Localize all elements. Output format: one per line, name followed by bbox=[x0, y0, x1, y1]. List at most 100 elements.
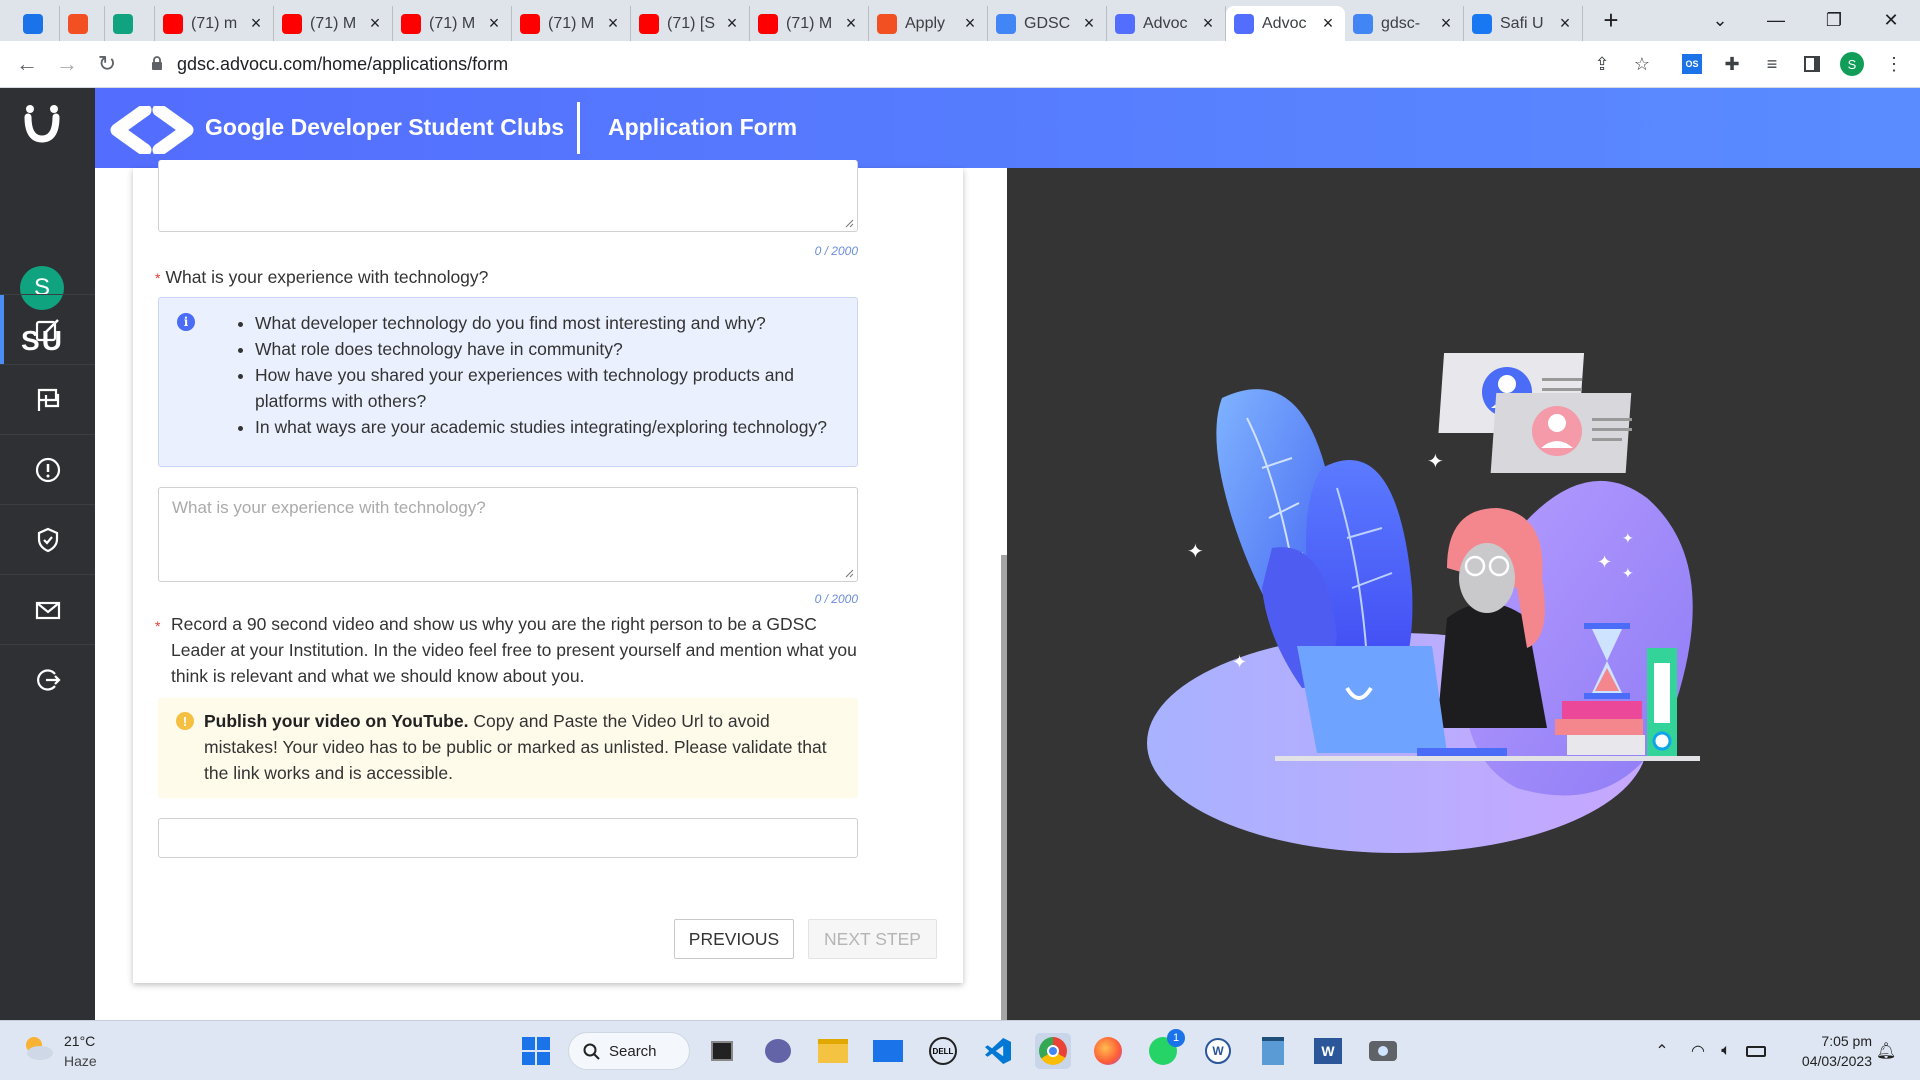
dell-icon[interactable]: DELL bbox=[925, 1033, 961, 1069]
battery-icon[interactable] bbox=[1738, 1033, 1774, 1069]
notification-badge: 1 bbox=[1167, 1029, 1185, 1047]
hint-item: In what ways are your academic studies i… bbox=[255, 414, 845, 440]
close-tab-icon[interactable]: × bbox=[1319, 13, 1337, 34]
page-header: Google Developer Student Clubs Applicati… bbox=[95, 88, 1920, 168]
temperature: 21°C bbox=[64, 1033, 96, 1049]
hint-list: What developer technology do you find mo… bbox=[255, 310, 845, 440]
address-bar[interactable]: gdsc.advocu.com/home/applications/form bbox=[137, 46, 1662, 82]
close-tab-icon[interactable]: × bbox=[366, 13, 384, 34]
extension-os-icon[interactable]: OS bbox=[1680, 52, 1704, 76]
illustration-pane: ✦ ✦ ✦ ✦ ✦ ✦ bbox=[1007, 168, 1920, 1020]
char-counter: 0 / 2000 bbox=[814, 244, 858, 258]
browser-tab[interactable]: Advoc × bbox=[1107, 6, 1226, 41]
url-text: gdsc.advocu.com/home/applications/form bbox=[177, 53, 509, 74]
file-explorer-icon[interactable] bbox=[815, 1033, 851, 1069]
close-tab-icon[interactable]: × bbox=[604, 13, 622, 34]
reload-icon[interactable]: ↻ bbox=[92, 49, 122, 79]
browser-tab[interactable]: GDSC × bbox=[988, 6, 1107, 41]
notepad-icon[interactable] bbox=[1255, 1033, 1291, 1069]
restore-icon[interactable]: ❐ bbox=[1811, 0, 1857, 41]
browser-tab[interactable]: (71) [S × bbox=[631, 6, 750, 41]
advocu-logo-icon[interactable] bbox=[22, 103, 62, 143]
close-tab-icon[interactable]: × bbox=[961, 13, 979, 34]
browser-tab[interactable]: (71) M × bbox=[512, 6, 631, 41]
taskbar-search[interactable]: Search bbox=[568, 1032, 690, 1070]
advocu-icon bbox=[1234, 13, 1254, 34]
vscode-icon[interactable] bbox=[980, 1033, 1016, 1069]
hidden-icons-chevron-icon[interactable]: ⌃ bbox=[1644, 1033, 1680, 1069]
browser-tab[interactable]: (71) M × bbox=[393, 6, 512, 41]
sidebar-item-alerts[interactable] bbox=[0, 434, 95, 504]
firefox-icon[interactable] bbox=[1090, 1033, 1126, 1069]
task-view-icon[interactable] bbox=[704, 1033, 740, 1069]
tab-title: Advoc bbox=[1143, 14, 1188, 32]
close-tab-icon[interactable]: × bbox=[485, 13, 503, 34]
sidebar-item-security[interactable] bbox=[0, 504, 95, 574]
camera-icon[interactable] bbox=[1365, 1033, 1401, 1069]
sidebar-item-messages[interactable] bbox=[0, 574, 95, 644]
back-icon[interactable]: ← bbox=[12, 49, 42, 79]
tab-title: Advoc bbox=[1262, 14, 1307, 32]
info-icon: i bbox=[177, 313, 195, 331]
weather-widget[interactable]: 21°C Haze bbox=[20, 1031, 97, 1072]
browser-tab[interactable]: (71) M × bbox=[274, 6, 393, 41]
minimize-icon[interactable]: — bbox=[1753, 0, 1799, 41]
close-tab-icon[interactable]: × bbox=[842, 13, 860, 34]
close-tab-icon[interactable]: × bbox=[723, 13, 741, 34]
word-icon[interactable]: W bbox=[1310, 1033, 1346, 1069]
youtube-icon bbox=[520, 13, 540, 34]
next-step-button[interactable]: NEXT STEP bbox=[808, 919, 937, 959]
bookmark-star-icon[interactable]: ☆ bbox=[1630, 52, 1654, 76]
weather-condition: Haze bbox=[64, 1053, 97, 1069]
whatsapp-icon[interactable]: 1 bbox=[1145, 1029, 1185, 1069]
browser-tab[interactable]: Safi U × bbox=[1464, 6, 1583, 41]
browser-menu-icon[interactable]: ⋮ bbox=[1882, 52, 1906, 76]
lock-icon bbox=[152, 56, 162, 70]
experience-textarea[interactable]: What is your experience with technology? bbox=[158, 487, 858, 582]
extensions-puzzle-icon[interactable]: ✚ bbox=[1720, 52, 1744, 76]
side-panel-icon[interactable] bbox=[1800, 52, 1824, 76]
system-clock[interactable]: 7:05 pm 04/03/2023 bbox=[1780, 1031, 1872, 1071]
tab-search-icon[interactable]: ⌄ bbox=[1697, 0, 1743, 41]
close-window-icon[interactable]: ✕ bbox=[1868, 0, 1914, 41]
forward-icon[interactable]: → bbox=[52, 49, 82, 79]
illustration-book bbox=[1555, 719, 1643, 735]
browser-tab[interactable]: Advoc × bbox=[1226, 6, 1345, 41]
previous-button[interactable]: PREVIOUS bbox=[674, 919, 794, 959]
question-label-video: * Record a 90 second video and show us w… bbox=[155, 614, 857, 686]
close-tab-icon[interactable]: × bbox=[1556, 13, 1574, 34]
sidebar-item-reports[interactable] bbox=[0, 364, 95, 434]
tab-title: Safi U bbox=[1500, 14, 1544, 32]
gdsc-logo-icon bbox=[110, 106, 194, 154]
teams-chat-icon[interactable] bbox=[760, 1033, 796, 1069]
close-tab-icon[interactable]: × bbox=[1437, 13, 1455, 34]
hint-box: i What developer technology do you find … bbox=[158, 297, 858, 467]
mail-app-icon[interactable] bbox=[870, 1033, 906, 1069]
video-url-input[interactable] bbox=[158, 818, 858, 858]
required-asterisk: * bbox=[155, 270, 161, 286]
close-tab-icon[interactable]: × bbox=[1199, 13, 1217, 34]
close-tab-icon[interactable]: × bbox=[1080, 13, 1098, 34]
close-tab-icon[interactable]: × bbox=[247, 13, 265, 34]
sidebar-item-logout[interactable] bbox=[0, 644, 95, 714]
chrome-icon[interactable] bbox=[1035, 1033, 1071, 1069]
chromium-icon bbox=[23, 13, 43, 34]
media-control-icon[interactable]: ≡ bbox=[1760, 52, 1784, 76]
start-button[interactable] bbox=[518, 1033, 554, 1069]
browser-tab[interactable]: Apply × bbox=[869, 6, 988, 41]
logout-icon bbox=[36, 668, 61, 691]
share-icon[interactable]: ⇪ bbox=[1590, 52, 1614, 76]
word-online-icon[interactable]: W bbox=[1200, 1033, 1236, 1069]
browser-tab[interactable]: (71) m × bbox=[155, 6, 274, 41]
new-tab-button[interactable]: + bbox=[1588, 0, 1634, 41]
browser-tab[interactable]: gdsc- × bbox=[1345, 6, 1464, 41]
browser-tab[interactable] bbox=[105, 6, 155, 41]
browser-tab[interactable] bbox=[15, 6, 60, 41]
notifications-icon[interactable]: 🔔︎ bbox=[1868, 1033, 1904, 1069]
sidebar-item-applications[interactable] bbox=[0, 294, 95, 365]
experience-placeholder: What is your experience with technology? bbox=[172, 498, 486, 517]
previous-answer-textarea[interactable] bbox=[158, 160, 858, 232]
browser-tab[interactable]: (71) M × bbox=[750, 6, 869, 41]
profile-avatar[interactable]: S bbox=[1840, 52, 1864, 76]
browser-tab[interactable] bbox=[60, 6, 105, 41]
